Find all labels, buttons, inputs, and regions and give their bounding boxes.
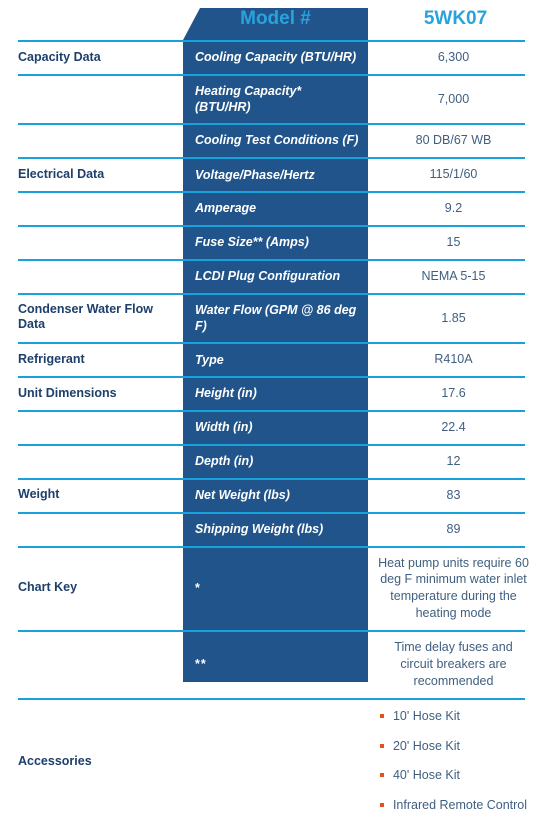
accessories-group-label: Accessories <box>18 753 92 768</box>
table-row: Depth (in) 12 <box>0 443 543 478</box>
row-spec-label: Voltage/Phase/Hertz <box>195 167 315 182</box>
accessory-label: 40' Hose Kit <box>392 768 460 783</box>
row-spec-label: Amperage <box>195 201 257 216</box>
row-value: NEMA 5-15 <box>421 268 486 283</box>
row-spec-label: Heating Capacity* (BTU/HR) <box>195 83 302 115</box>
row-group-label: Refrigerant <box>18 351 85 366</box>
table-row: Amperage 9.2 <box>0 191 543 225</box>
row-value: 83 <box>446 487 461 502</box>
row-group-label <box>0 444 183 478</box>
row-spec-label: Width (in) <box>195 420 253 435</box>
row-group-label: Weight <box>18 487 60 502</box>
chart-key-note: Time delay fuses and circuit breakers ar… <box>394 640 513 688</box>
row-spec-label: Net Weight (lbs) <box>195 488 290 503</box>
row-value: 22.4 <box>441 420 466 434</box>
list-item: Infrared Remote Control <box>379 797 528 814</box>
row-spec-label: Type <box>195 352 224 367</box>
table-row: Condenser Water Flow Data Water Flow (GP… <box>0 292 543 343</box>
chart-key-symbol: ** <box>195 657 207 672</box>
row-spec-label: Height (in) <box>195 386 257 401</box>
chart-key-row: ** Time delay fuses and circuit breakers… <box>0 630 543 698</box>
chart-key-group-label <box>0 630 183 698</box>
square-bullet-icon <box>379 803 384 808</box>
row-group-label: Condenser Water Flow Data <box>18 301 153 332</box>
accessory-label: 10' Hose Kit <box>392 708 460 723</box>
table-row: Unit Dimensions Height (in) 17.6 <box>0 376 543 410</box>
row-group-label: Unit Dimensions <box>18 385 117 400</box>
table-row: LCDI Plug Configuration NEMA 5-15 <box>0 258 543 293</box>
chart-key-symbol: * <box>195 581 201 596</box>
row-group-label: Capacity Data <box>18 49 101 64</box>
square-bullet-icon <box>379 713 384 718</box>
table-row: Heating Capacity* (BTU/HR) 7,000 <box>0 73 543 124</box>
accessories-list: 10' Hose Kit 20' Hose Kit 40' Hose Kit I… <box>379 708 528 815</box>
row-value: 89 <box>446 521 461 536</box>
chart-key-note: Heat pump units require 60 deg F minimum… <box>378 555 529 621</box>
row-group-label: Electrical Data <box>18 166 105 181</box>
row-group-label <box>0 512 183 546</box>
header-spec-label: Model # <box>240 8 311 29</box>
header-model-number: 5WK07 <box>423 8 488 29</box>
row-spec-label: Water Flow (GPM @ 86 deg F) <box>195 302 357 333</box>
row-value: 1.85 <box>441 310 466 325</box>
accessories-row: Accessories 10' Hose Kit 20' Hose Kit 40… <box>0 697 543 824</box>
accessory-label: Infrared Remote Control <box>392 798 528 813</box>
list-item: 10' Hose Kit <box>379 708 527 725</box>
specification-table: Model # 5WK07 Capacity Data Cooling Capa… <box>0 0 543 812</box>
row-spec-label: Shipping Weight (lbs) <box>195 521 324 536</box>
square-bullet-icon <box>379 773 384 778</box>
row-value: 12 <box>446 453 461 468</box>
table-body: Model # 5WK07 Capacity Data Cooling Capa… <box>0 0 543 824</box>
table-row: Fuse Size** (Amps) 15 <box>0 225 543 259</box>
table-row: Refrigerant Type R410A <box>0 342 543 376</box>
table-row: Weight Net Weight (lbs) 83 <box>0 477 543 512</box>
row-group-label <box>0 410 183 444</box>
table-row: Width (in) 22.4 <box>0 410 543 444</box>
row-value: R410A <box>434 352 473 367</box>
square-bullet-icon <box>379 743 384 748</box>
chart-key-group-label: Chart Key <box>18 580 78 595</box>
table-row: Cooling Test Conditions (F) 80 DB/67 WB <box>0 123 543 157</box>
row-value: 9.2 <box>444 201 463 216</box>
table-row: Capacity Data Cooling Capacity (BTU/HR) … <box>0 40 543 74</box>
table-row: Shipping Weight (lbs) 89 <box>0 511 543 546</box>
row-spec-label: Cooling Test Conditions (F) <box>195 133 359 148</box>
row-value: 80 DB/67 WB <box>415 133 492 148</box>
table-header-row: Model # 5WK07 <box>0 0 543 40</box>
chart-key-row: Chart Key * Heat pump units require 60 d… <box>0 545 543 631</box>
accessories-spec-cell <box>183 698 368 824</box>
accessory-label: 20' Hose Kit <box>392 738 460 753</box>
accessories-value-cell: 10' Hose Kit 20' Hose Kit 40' Hose Kit I… <box>368 698 543 824</box>
list-item: 40' Hose Kit <box>379 767 527 784</box>
table-row: Electrical Data Voltage/Phase/Hertz 115/… <box>0 157 543 191</box>
row-group-label <box>0 191 183 225</box>
row-group-label <box>0 259 183 293</box>
header-blank-cell <box>0 0 183 40</box>
row-spec-label: LCDI Plug Configuration <box>195 269 341 284</box>
row-group-label <box>0 225 183 259</box>
row-group-label <box>0 74 183 124</box>
list-item: 20' Hose Kit <box>379 738 527 755</box>
row-value: 15 <box>446 235 461 249</box>
row-value: 115/1/60 <box>429 167 478 182</box>
row-spec-label: Fuse Size** (Amps) <box>195 235 309 250</box>
row-spec-label: Depth (in) <box>195 454 254 469</box>
row-spec-label: Cooling Capacity (BTU/HR) <box>195 50 357 64</box>
row-value: 7,000 <box>437 91 470 106</box>
row-value: 17.6 <box>441 386 466 401</box>
row-group-label <box>0 123 183 157</box>
row-value: 6,300 <box>437 50 470 64</box>
